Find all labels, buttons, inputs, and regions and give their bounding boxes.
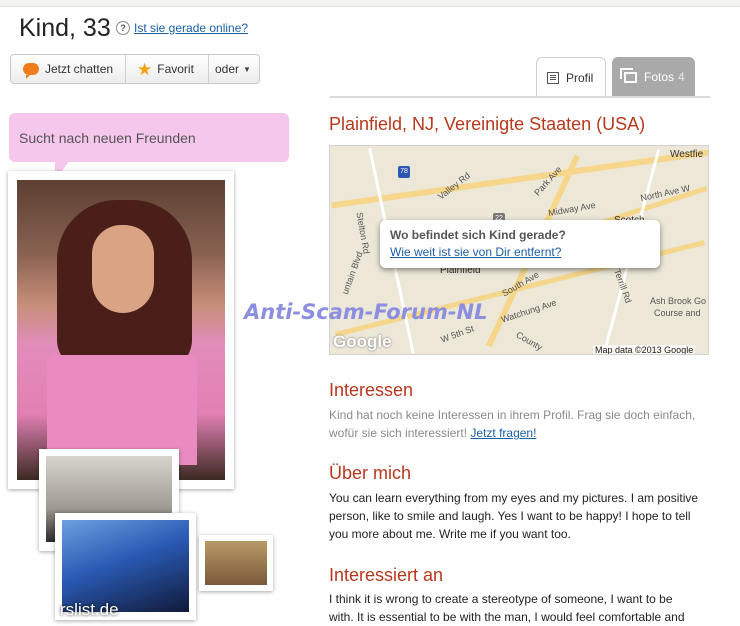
map-label: untain Blvd (339, 250, 365, 296)
online-status-link[interactable]: Ist sie gerade online? (134, 21, 248, 35)
photos-stack-icon (620, 67, 637, 83)
watermark-text: Anti-Scam-Forum-NL (244, 300, 488, 324)
question-circle-icon[interactable]: ? (116, 21, 130, 35)
map-label: W 5th St (439, 323, 476, 345)
chat-button[interactable]: Jetzt chatten (11, 55, 126, 83)
tab-profil[interactable]: Profil (536, 57, 606, 97)
distance-link[interactable]: Wie weit ist sie von Dir entfernt? (390, 245, 660, 259)
interessiert-an-heading: Interessiert an (329, 565, 444, 585)
ueber-mich-text: You can learn everything from my eyes an… (329, 491, 699, 541)
ask-now-link[interactable]: Jetzt fragen! (470, 426, 536, 440)
map-label: County (514, 329, 545, 353)
favorite-button[interactable]: ★ Favorit (126, 55, 209, 83)
photo-face (92, 225, 154, 313)
tab-divider (330, 96, 710, 98)
more-dropdown[interactable]: oder ▼ (209, 55, 259, 83)
thumbnail-image (62, 520, 189, 612)
more-dropdown-label: oder (215, 62, 240, 76)
map-label: Westfie (670, 149, 704, 160)
location-title: Plainfield, NJ, Vereinigte Staaten (USA) (329, 114, 646, 134)
map-label: Course and (654, 308, 701, 318)
main-photo-image (17, 180, 225, 480)
photo-thumbnail[interactable] (199, 535, 273, 591)
interessiert-an-text: I think it is wrong to create a stereoty… (329, 592, 685, 624)
map-label: Ash Brook Go (650, 296, 707, 306)
map-info-popup: Wo befindet sich Kind gerade? Wie weit i… (380, 220, 660, 268)
tab-fotos[interactable]: Fotos 4 (612, 57, 695, 97)
status-bubble: Sucht nach neuen Freunden (9, 113, 289, 181)
interessen-text: Kind hat noch keine Interessen in ihrem … (329, 406, 699, 442)
profile-name-age: Kind, 33 (19, 14, 111, 42)
thumbnail-image (205, 541, 267, 585)
star-icon: ★ (137, 59, 153, 79)
interstate-shield-icon: 78 (398, 166, 410, 178)
tab-fotos-label: Fotos (644, 70, 675, 84)
google-logo: Google (333, 332, 392, 351)
tab-profil-label: Profil (566, 70, 594, 85)
top-strip (0, 0, 740, 7)
fotos-count-badge: 4 (678, 70, 685, 84)
ueber-mich-heading: Über mich (329, 463, 412, 483)
favorite-button-label: Favorit (157, 62, 194, 76)
map-copyright: Map data ©2013 Google (593, 345, 696, 355)
chevron-down-icon: ▼ (243, 64, 251, 74)
photo-watermark: rslist.de (60, 600, 119, 619)
interessen-heading: Interessen (329, 380, 414, 400)
map-label: Stelton Rd (354, 211, 372, 255)
map-popup-question: Wo befindet sich Kind gerade? (390, 228, 566, 242)
chat-button-label: Jetzt chatten (45, 62, 114, 76)
profile-action-bar: Jetzt chatten ★ Favorit oder ▼ (10, 54, 260, 84)
main-profile-photo[interactable] (8, 171, 234, 489)
profile-card-icon (547, 71, 559, 84)
map-label: Terrill Rd (611, 267, 634, 305)
chat-bubble-icon (23, 63, 39, 79)
status-text: Sucht nach neuen Freunden (19, 130, 196, 146)
